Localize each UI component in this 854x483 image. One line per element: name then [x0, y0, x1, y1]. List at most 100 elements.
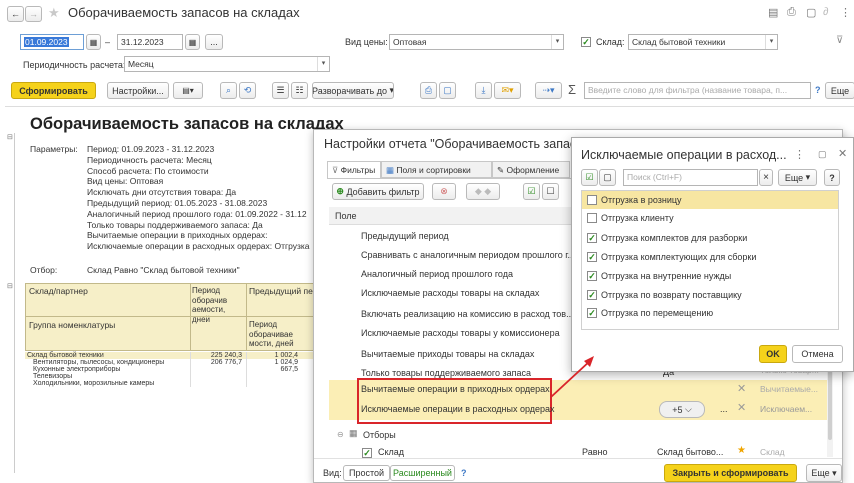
- settings-dialog-title: Настройки отчета "Оборачиваемость запасо: [324, 137, 574, 151]
- popup-item-checkbox[interactable]: ✓: [587, 271, 597, 281]
- help-icon[interactable]: ?: [815, 85, 821, 95]
- popup-more-button[interactable]: Еще ▾: [778, 169, 817, 186]
- popup-item-label[interactable]: Отгрузка по возврату поставщику: [601, 290, 742, 300]
- link-icon[interactable]: ∂: [823, 6, 828, 18]
- popup-item-label[interactable]: Отгрузка комплектов для разборки: [601, 233, 747, 243]
- close-icon[interactable]: ✕: [737, 401, 746, 414]
- row-more-button[interactable]: ...: [720, 404, 728, 414]
- export-button[interactable]: ⤓: [475, 82, 492, 99]
- preview-button[interactable]: ▢: [439, 82, 456, 99]
- form-report-button[interactable]: Сформировать: [11, 82, 96, 99]
- popup-check-all-button[interactable]: ☑: [581, 169, 598, 186]
- popup-item-checkbox[interactable]: [587, 213, 597, 223]
- settings-row[interactable]: Исключаемые операции в расходных ордерах: [361, 404, 555, 414]
- warehouse-select[interactable]: Склад бытовой техники ▾: [628, 34, 778, 50]
- search-icon[interactable]: ⌕: [220, 82, 237, 99]
- popup-item-label[interactable]: Отгрузка комплектующих для сборки: [601, 252, 756, 262]
- check-all-button[interactable]: ☑: [523, 183, 540, 200]
- search-advanced-icon[interactable]: ⟲: [239, 82, 256, 99]
- settings-bottom-divider: [314, 458, 842, 459]
- settings-more-button[interactable]: Еще ▾: [806, 464, 842, 482]
- popup-item-label[interactable]: Отгрузка по перемещению: [601, 308, 713, 318]
- add-icon: ⊕: [336, 186, 344, 196]
- view-help-icon[interactable]: ?: [461, 468, 467, 478]
- selection-checkbox[interactable]: ✓: [362, 448, 372, 458]
- settings-row[interactable]: Вычитаемые операции в приходных ордерах: [361, 384, 550, 394]
- body-divider: [190, 352, 191, 387]
- forward-button[interactable]: →: [25, 6, 42, 22]
- side-value: Вычитаемые...: [760, 384, 818, 394]
- link-button[interactable]: ⇢▾: [535, 82, 562, 99]
- popup-search-clear-button[interactable]: ×: [759, 169, 773, 186]
- variant-button[interactable]: ▤▾: [173, 82, 203, 99]
- favorite-star-icon[interactable]: ★: [48, 5, 60, 21]
- popup-maximize-icon[interactable]: ▢: [818, 149, 827, 160]
- plus-five-button[interactable]: +5 ⌵: [659, 401, 705, 418]
- popup-ok-button[interactable]: OK: [759, 345, 787, 363]
- settings-row[interactable]: Исключаемые расходы товары на складах: [361, 285, 584, 304]
- warehouse-checkbox[interactable]: ✓: [581, 37, 591, 47]
- popup-item-checkbox[interactable]: ✓: [587, 233, 597, 243]
- view-extended-button[interactable]: Расширенный: [390, 465, 455, 481]
- send-mail-button[interactable]: ✉▾: [494, 82, 521, 99]
- popup-more-vert-icon[interactable]: ⋮: [794, 148, 805, 161]
- popup-close-icon[interactable]: ✕: [838, 147, 847, 160]
- popup-help-button[interactable]: ?: [824, 169, 840, 186]
- popup-uncheck-all-button[interactable]: ▢: [599, 169, 616, 186]
- popup-cancel-button[interactable]: Отмена: [792, 345, 843, 363]
- uncheck-all-button[interactable]: ☐: [542, 183, 559, 200]
- date-to-field[interactable]: 31.12.2023: [117, 34, 183, 50]
- filter-label: Отбор:: [30, 265, 58, 275]
- popup-item-checkbox[interactable]: ✓: [587, 252, 597, 262]
- save-icon[interactable]: ▤: [768, 6, 778, 19]
- settings-scroll-thumb[interactable]: [828, 360, 832, 440]
- collapse-group-icon[interactable]: ⊟: [7, 133, 13, 141]
- settings-row[interactable]: Аналогичный период прошлого года: [361, 266, 584, 285]
- period-select[interactable]: Месяц ▾: [124, 56, 330, 72]
- settings-button[interactable]: Настройки...: [107, 82, 169, 99]
- popup-item-checkbox[interactable]: ✓: [587, 290, 597, 300]
- delete-filter-button[interactable]: ⊗: [432, 183, 456, 200]
- date-from-field[interactable]: 01.09.2023: [20, 34, 84, 50]
- close-icon[interactable]: ✕: [737, 382, 746, 395]
- more-vert-icon[interactable]: ⋮: [840, 6, 851, 19]
- settings-row[interactable]: Исключаемые расходы товары у комиссионер…: [361, 325, 584, 344]
- popup-item-checkbox[interactable]: [587, 195, 597, 205]
- close-and-form-button[interactable]: Закрыть и сформировать: [664, 464, 797, 482]
- print-icon[interactable]: ⎙: [787, 6, 796, 19]
- view-simple-button[interactable]: Простой: [343, 465, 390, 481]
- more-button[interactable]: Еще: [825, 82, 854, 99]
- popup-item-label[interactable]: Отгрузка на внутренние нужды: [601, 271, 731, 281]
- price-select[interactable]: Оптовая ▾: [389, 34, 564, 50]
- expand-to-select[interactable]: Разворачивать до ▾: [312, 82, 394, 99]
- sum-icon[interactable]: Σ: [568, 82, 576, 97]
- group-collapse-icon[interactable]: ☷: [291, 82, 308, 99]
- popup-search-input[interactable]: Поиск (Ctrl+F): [623, 169, 758, 186]
- popup-item-label[interactable]: Отгрузка в розницу: [601, 195, 682, 205]
- settings-row[interactable]: Включать реализацию на комиссию в расход…: [361, 306, 584, 325]
- tab-filters[interactable]: ⊽ Фильтры: [327, 161, 381, 178]
- preview-icon[interactable]: ▢: [806, 6, 816, 19]
- header-divider: [25, 316, 328, 317]
- settings-row[interactable]: Предыдущий период: [361, 228, 584, 247]
- collapse-group-icon[interactable]: ⊟: [7, 282, 13, 290]
- back-button[interactable]: ←: [7, 6, 24, 22]
- table-row: Кухонные электроприборы 667,5: [33, 366, 298, 373]
- report-title: Оборачиваемость запасов на складах: [30, 115, 344, 133]
- move-up-button[interactable]: ◆ ◆: [466, 183, 500, 200]
- period-more-button[interactable]: ...: [205, 34, 223, 50]
- header-divider: [190, 283, 191, 351]
- group-expand-icon[interactable]: ☰: [272, 82, 289, 99]
- tab-fields-sorting[interactable]: ▦ Поля и сортировки: [381, 161, 492, 178]
- date-from-calendar-icon[interactable]: ▦: [86, 34, 101, 50]
- settings-row[interactable]: Сравнивать с аналогичным периодом прошло…: [361, 247, 584, 266]
- date-to-calendar-icon[interactable]: ▦: [185, 34, 200, 50]
- tab-appearance[interactable]: ✎ Оформление: [492, 161, 570, 178]
- collapse-selections-icon[interactable]: ⊖: [337, 430, 344, 439]
- popup-item-checkbox[interactable]: ✓: [587, 308, 597, 318]
- filter-funnel-icon[interactable]: ⊽: [836, 35, 843, 46]
- report-search-input[interactable]: Введите слово для фильтра (название това…: [584, 82, 811, 99]
- print-button[interactable]: ⎙: [420, 82, 437, 99]
- add-filter-button[interactable]: ⊕ Добавить фильтр: [332, 183, 424, 200]
- popup-item-label[interactable]: Отгрузка клиенту: [601, 213, 674, 223]
